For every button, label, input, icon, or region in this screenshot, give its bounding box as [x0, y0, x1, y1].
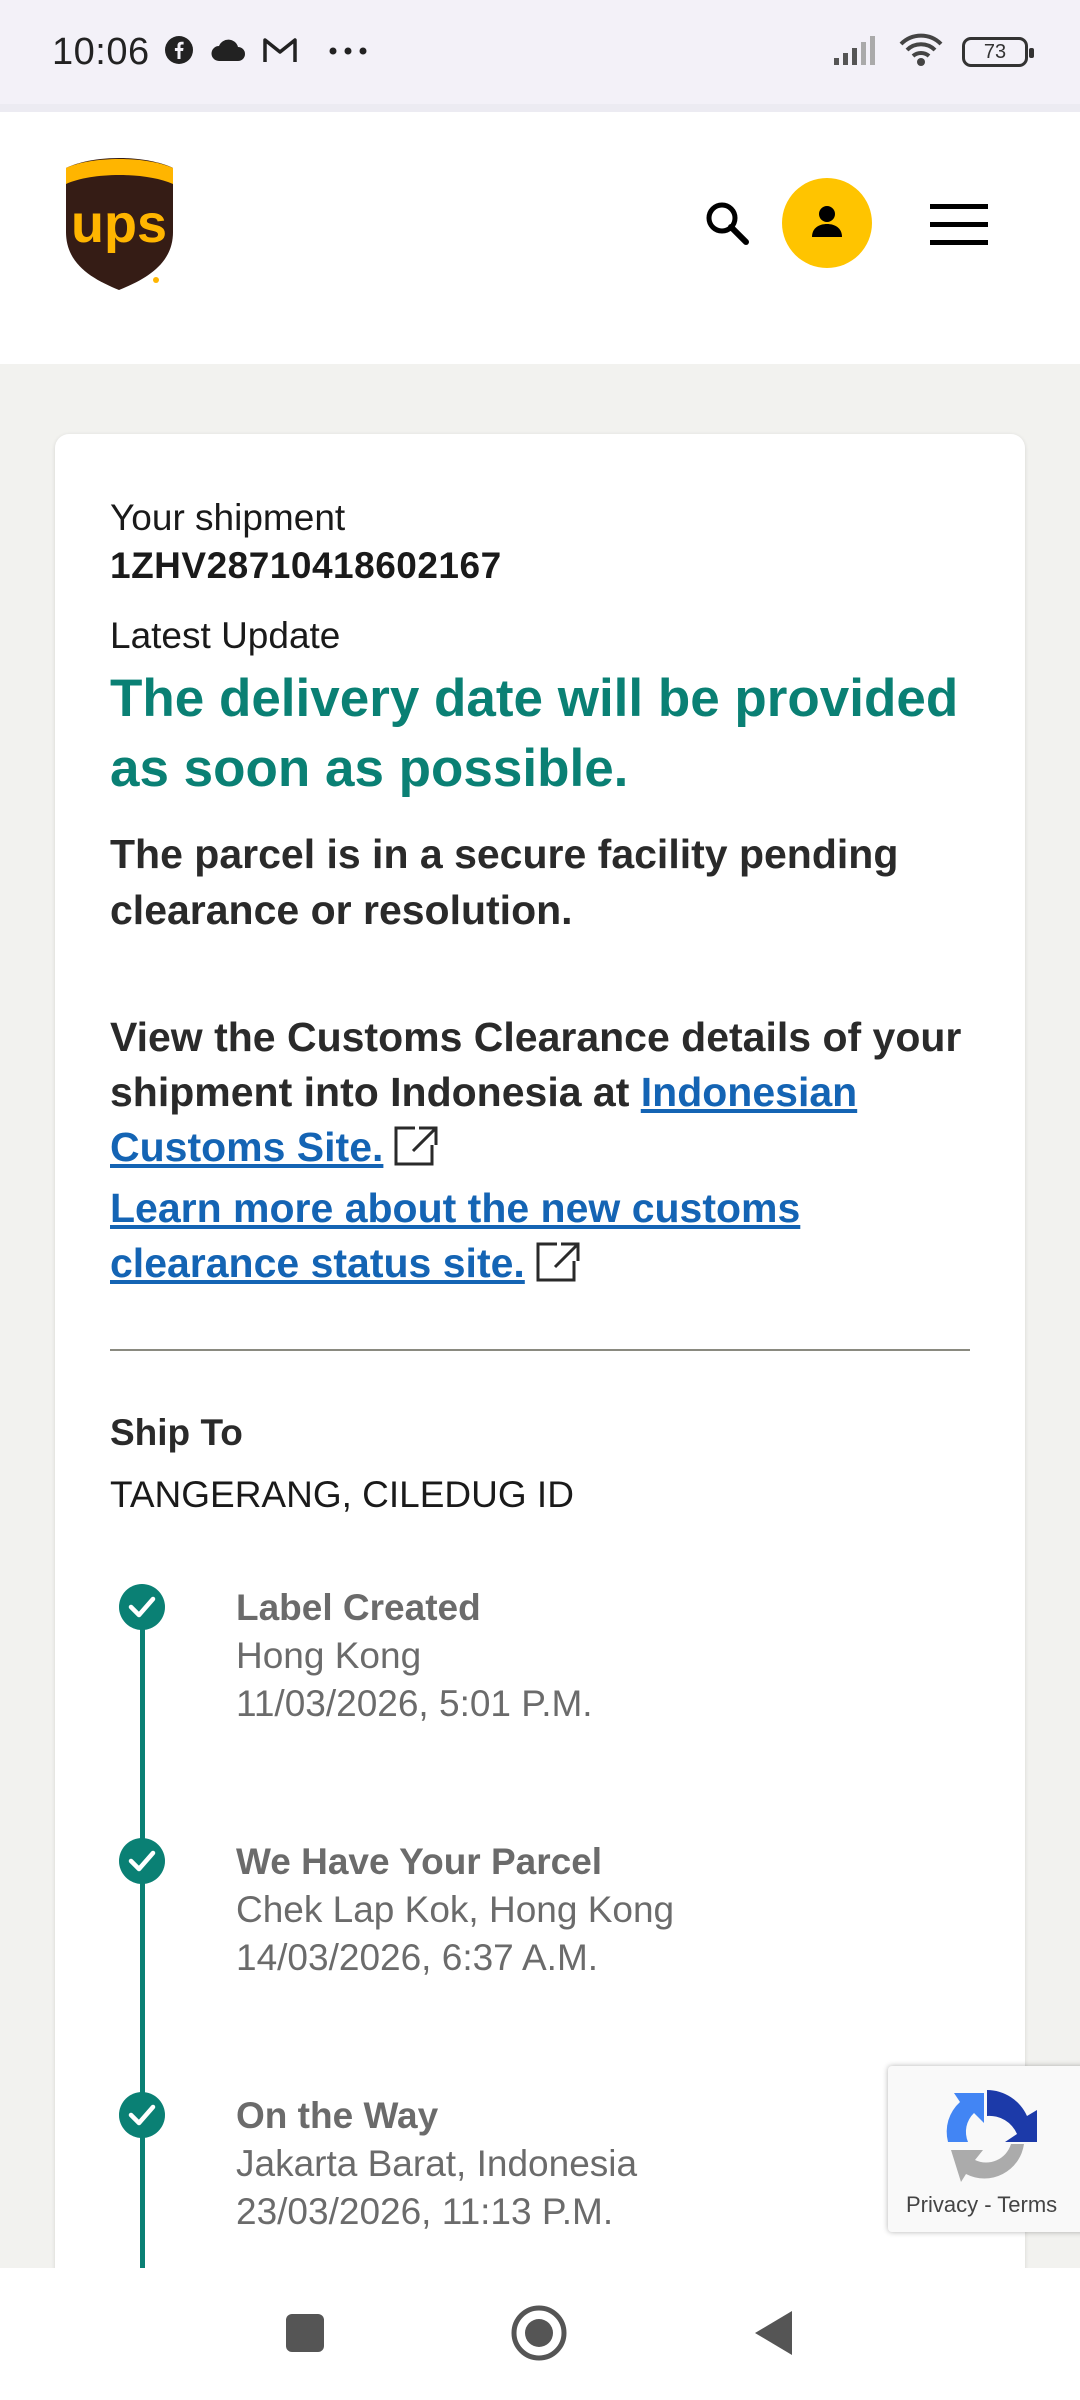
- search-button[interactable]: [700, 196, 756, 252]
- recent-apps-icon: [284, 2314, 326, 2358]
- ship-to-value: TANGERANG, CILEDUG ID: [110, 1474, 574, 1515]
- customs-info: View the Customs Clearance details of yo…: [110, 1010, 970, 1297]
- account-icon: [809, 203, 845, 244]
- home-icon: [510, 2305, 568, 2366]
- timeline-datetime: 11/03/2026, 5:01 P.M.: [236, 1683, 593, 1724]
- recaptcha-icon: [932, 2082, 1042, 2191]
- wifi-icon: [898, 32, 944, 73]
- gmail-icon: [262, 36, 298, 69]
- ups-logo[interactable]: ups: [62, 154, 177, 294]
- logo-text: ups: [71, 194, 167, 254]
- check-icon: [119, 2092, 165, 2138]
- account-button[interactable]: [782, 178, 872, 268]
- timeline-location: Hong Kong: [236, 1635, 422, 1676]
- external-link-icon: [393, 1125, 439, 1181]
- tracking-number: 1ZHV28710418602167: [110, 545, 502, 586]
- cloud-icon: [210, 37, 246, 68]
- more-icon: [328, 43, 368, 61]
- external-link-icon: [535, 1241, 581, 1297]
- tracking-timeline: Label Created Hong Kong 11/03/2026, 5:01…: [110, 1584, 970, 2354]
- learn-more-link[interactable]: Learn more about the new customs clearan…: [110, 1185, 800, 1286]
- check-icon: [119, 1838, 165, 1884]
- shipment-card: Your shipment 1ZHV28710418602167 Latest …: [55, 434, 1025, 2354]
- facebook-icon: [164, 35, 194, 70]
- recent-apps-button[interactable]: [284, 2312, 326, 2359]
- battery-level: 73: [983, 40, 1007, 63]
- home-button[interactable]: [510, 2304, 568, 2367]
- timeline-datetime: 14/03/2026, 6:37 A.M.: [236, 1937, 599, 1978]
- timeline-title: We Have Your Parcel: [236, 1841, 603, 1882]
- divider: [110, 1349, 970, 1351]
- timeline-datetime: 23/03/2026, 11:13 P.M.: [236, 2191, 614, 2232]
- system-nav-bar: [0, 2268, 1080, 2400]
- back-button[interactable]: [752, 2308, 794, 2363]
- signal-icon: [832, 34, 880, 71]
- menu-icon: [930, 204, 988, 252]
- latest-update-label: Latest Update: [110, 615, 341, 656]
- status-time: 10:06: [52, 30, 150, 73]
- timeline-location: Jakarta Barat, Indonesia: [236, 2143, 638, 2184]
- recaptcha-badge[interactable]: Privacy - Terms: [888, 2066, 1080, 2232]
- timeline-title: On the Way: [236, 2095, 439, 2136]
- status-description: The parcel is in a secure facility pendi…: [110, 831, 899, 933]
- timeline-location: Chek Lap Kok, Hong Kong: [236, 1889, 675, 1930]
- check-icon: [119, 1584, 165, 1630]
- status-bar: 10:06 73: [0, 0, 1080, 104]
- timeline-line: [140, 1614, 145, 2354]
- delivery-headline: The delivery date will be provided as so…: [110, 669, 959, 798]
- menu-button[interactable]: [930, 202, 988, 248]
- recaptcha-links[interactable]: Privacy - Terms: [906, 2192, 1057, 2218]
- timeline-title: Label Created: [236, 1587, 481, 1628]
- search-icon: [700, 202, 756, 256]
- battery-icon: 73: [962, 37, 1034, 67]
- shipment-label: Your shipment: [110, 497, 346, 538]
- back-icon: [752, 2311, 794, 2362]
- ship-to-label: Ship To: [110, 1412, 243, 1453]
- site-header: ups: [0, 104, 1080, 364]
